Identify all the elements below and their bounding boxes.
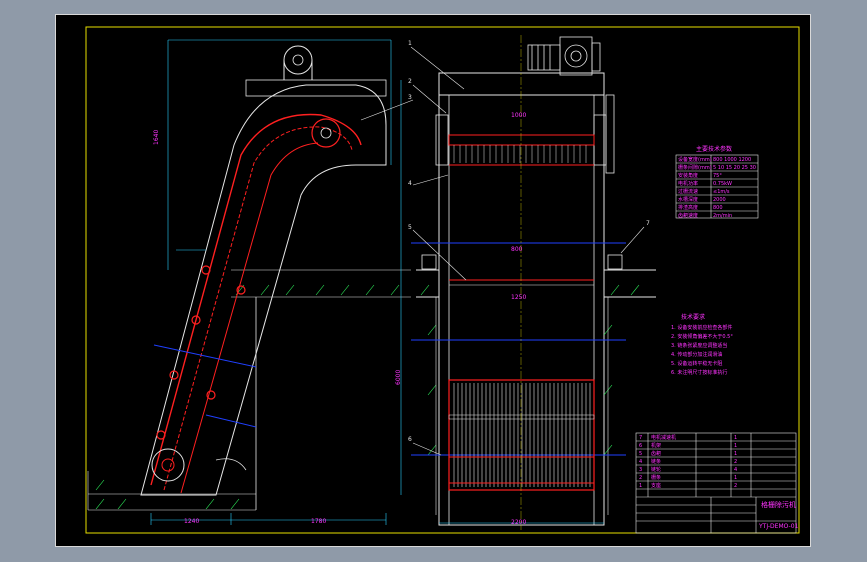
part-number: 4 <box>639 459 643 465</box>
note-line: 5. 设备运转平稳无卡阻 <box>671 361 723 367</box>
title-block-number: YTJ-DEMO-01 <box>759 523 799 530</box>
param-table-title: 主要技术参数 <box>696 146 733 153</box>
drawing-sheet: 1240 1780 1640 6000 1000 800 1250 2200 1… <box>55 14 811 547</box>
param-row-label: 齿耙速度 <box>678 213 699 219</box>
notes-title: 技术要求 <box>681 314 706 321</box>
part-name: 栅条 <box>651 475 662 481</box>
cad-drawing <box>85 26 800 534</box>
part-number: 7 <box>639 435 643 441</box>
callout-6: 6 <box>408 436 412 443</box>
callout-3: 3 <box>408 94 412 101</box>
param-row-value: 75° <box>713 173 722 179</box>
dim-label-2: 1780 <box>311 518 327 525</box>
front-view <box>411 35 656 530</box>
note-line: 4. 传动部分加注润滑油 <box>671 352 723 358</box>
dim-label-5: 1000 <box>511 112 527 119</box>
note-line: 6. 未注明尺寸按标准执行 <box>671 370 728 376</box>
part-name: 链轮 <box>651 467 662 473</box>
title-block-name: 格栅除污机 <box>761 501 796 509</box>
dim-label-8: 2200 <box>511 519 527 526</box>
part-number: 3 <box>639 467 643 473</box>
part-number: 5 <box>639 451 643 457</box>
note-line: 1. 设备安装前应检查各部件 <box>671 325 733 331</box>
ground-hatch-lower <box>87 471 256 511</box>
param-row-value: 2m/min <box>713 213 733 219</box>
dim-label-3: 1640 <box>153 129 160 145</box>
dim-label-6: 800 <box>511 246 523 253</box>
part-qty: 4 <box>734 467 738 473</box>
part-qty: 1 <box>734 435 738 441</box>
param-row-value: 800 <box>713 205 723 211</box>
param-row-label: 过栅流速 <box>678 189 699 195</box>
param-row-value: 5 10 15 20 25 30 <box>713 165 756 171</box>
param-row-label: 栅条间隙(mm) <box>678 165 712 171</box>
dim-label-7: 1250 <box>511 294 527 301</box>
callout-7: 7 <box>646 220 650 227</box>
note-line: 3. 链条张紧度应调整适当 <box>671 343 728 349</box>
dim-label-4: 6000 <box>395 369 402 385</box>
note-line: 2. 安装倾角偏差不大于0.5° <box>671 334 733 340</box>
param-row-label: 设备宽度(mm) <box>678 157 712 163</box>
param-row-value: 2000 <box>713 197 726 203</box>
part-name: 机架 <box>651 443 662 449</box>
param-row-label: 安装角度 <box>678 173 699 179</box>
part-qty: 1 <box>734 451 738 457</box>
part-qty: 2 <box>734 459 738 465</box>
part-qty: 2 <box>734 483 738 489</box>
callout-4: 4 <box>408 180 412 187</box>
param-row-label: 排渣高度 <box>678 205 699 211</box>
cad-viewport[interactable]: 1240 1780 1640 6000 1000 800 1250 2200 1… <box>0 0 867 562</box>
ground-hatch-upper <box>231 269 411 298</box>
param-row-label: 水槽深度 <box>678 197 699 203</box>
callout-5: 5 <box>408 224 412 231</box>
dim-label-1: 1240 <box>184 518 200 525</box>
part-name: 支座 <box>651 483 662 489</box>
screen-bars <box>453 383 591 487</box>
part-name: 齿耙 <box>651 451 662 457</box>
part-name: 电机减速机 <box>651 435 677 441</box>
part-qty: 1 <box>734 443 738 449</box>
part-number: 6 <box>639 443 643 449</box>
param-row-value: ≤1m/s <box>713 189 730 195</box>
side-view <box>87 39 411 525</box>
callout-2: 2 <box>408 78 412 85</box>
part-name: 链条 <box>651 459 662 465</box>
param-row-value: 800 1000 1200 <box>713 157 752 163</box>
param-row-label: 电机功率 <box>678 181 699 187</box>
part-number: 2 <box>639 475 643 481</box>
part-number: 1 <box>639 483 643 489</box>
part-qty: 1 <box>734 475 738 481</box>
param-row-value: 0.75kW <box>713 181 732 187</box>
callout-1: 1 <box>408 40 412 47</box>
callout-leaders <box>360 46 645 456</box>
